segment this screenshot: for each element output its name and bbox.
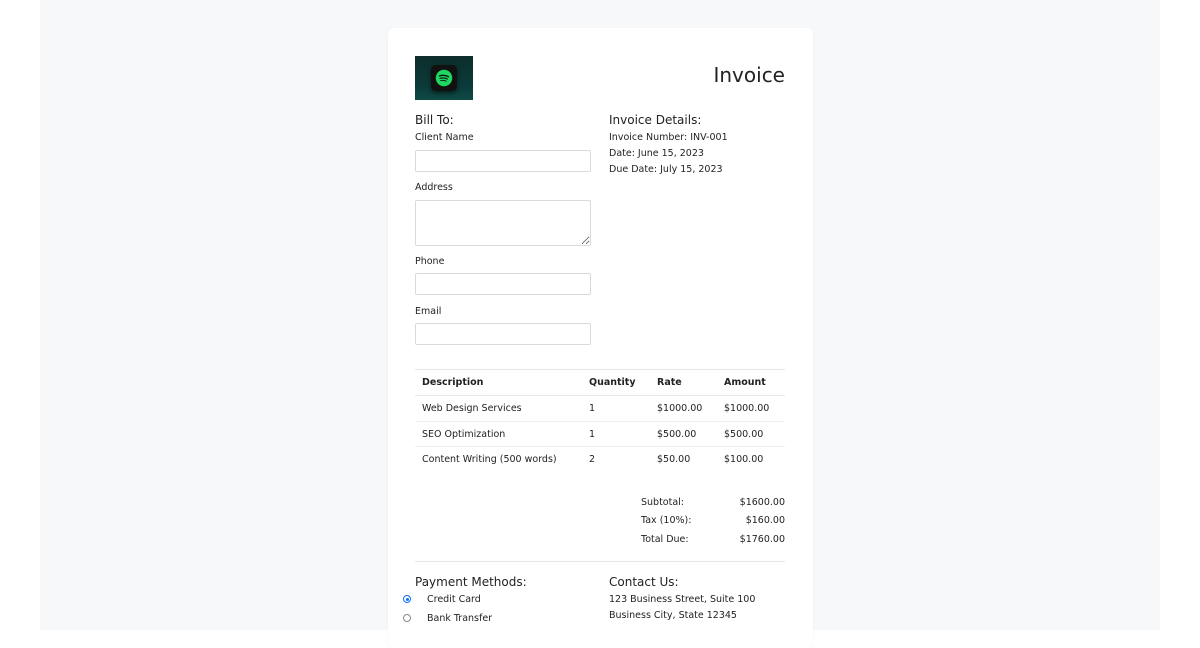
item-description: Web Design Services <box>415 395 582 422</box>
subtotal-label: Subtotal: <box>641 497 685 508</box>
phone-input[interactable] <box>415 273 591 295</box>
contact-address-line2: Business City, State 12345 <box>609 610 737 621</box>
invoice-number: Invoice Number: INV-001 <box>609 132 728 143</box>
payment-methods-heading: Payment Methods: <box>415 575 527 589</box>
tax-label: Tax (10%): <box>641 515 692 526</box>
column-header-quantity: Quantity <box>582 369 650 396</box>
contact-address-line1: 123 Business Street, Suite 100 <box>609 594 756 605</box>
phone-label: Phone <box>415 256 445 267</box>
item-quantity: 1 <box>582 421 650 448</box>
item-amount: $500.00 <box>717 421 785 448</box>
bank-transfer-label[interactable]: Bank Transfer <box>427 613 492 624</box>
company-logo <box>415 56 473 100</box>
column-header-amount: Amount <box>717 369 785 396</box>
item-rate: $500.00 <box>650 421 717 448</box>
item-amount: $1000.00 <box>717 395 785 422</box>
email-input[interactable] <box>415 323 591 345</box>
table-header-row: Description Quantity Rate Amount <box>415 369 785 396</box>
column-header-description: Description <box>415 369 582 396</box>
item-description: Content Writing (500 words) <box>422 454 557 466</box>
section-divider <box>415 561 785 562</box>
address-textarea[interactable] <box>415 200 591 246</box>
contact-us-heading: Contact Us: <box>609 575 679 589</box>
email-label: Email <box>415 306 442 317</box>
subtotal-value: $1600.00 <box>739 497 785 508</box>
address-label: Address <box>415 182 453 193</box>
total-due-label: Total Due: <box>641 534 689 545</box>
invoice-date: Date: June 15, 2023 <box>609 148 704 159</box>
invoice-due-date: Due Date: July 15, 2023 <box>609 164 723 175</box>
table-row: Web Design Services 1 $1000.00 $1000.00 <box>415 395 785 422</box>
table-row: SEO Optimization 1 $500.00 $500.00 <box>415 421 785 448</box>
item-rate: $50.00 <box>657 454 691 466</box>
item-quantity: 1 <box>582 395 650 422</box>
table-row: Content Writing (500 words) 2 $50.00 $10… <box>415 447 785 473</box>
spotify-logo-icon <box>431 65 457 91</box>
invoice-details-heading: Invoice Details: <box>609 113 702 127</box>
item-quantity: 2 <box>589 454 596 466</box>
bank-transfer-radio[interactable] <box>403 614 411 622</box>
column-header-rate: Rate <box>650 369 717 396</box>
item-description: SEO Optimization <box>415 421 582 448</box>
credit-card-radio[interactable] <box>403 595 411 603</box>
client-name-label: Client Name <box>415 132 474 143</box>
item-amount: $100.00 <box>724 454 764 466</box>
total-due-value: $1760.00 <box>739 534 785 545</box>
item-rate: $1000.00 <box>650 395 717 422</box>
invoice-title: Invoice <box>713 63 785 87</box>
tax-value: $160.00 <box>745 515 785 526</box>
line-items-table: Description Quantity Rate Amount Web Des… <box>415 369 785 473</box>
credit-card-label[interactable]: Credit Card <box>427 594 481 605</box>
client-name-input[interactable] <box>415 150 591 172</box>
bill-to-heading: Bill To: <box>415 113 454 127</box>
